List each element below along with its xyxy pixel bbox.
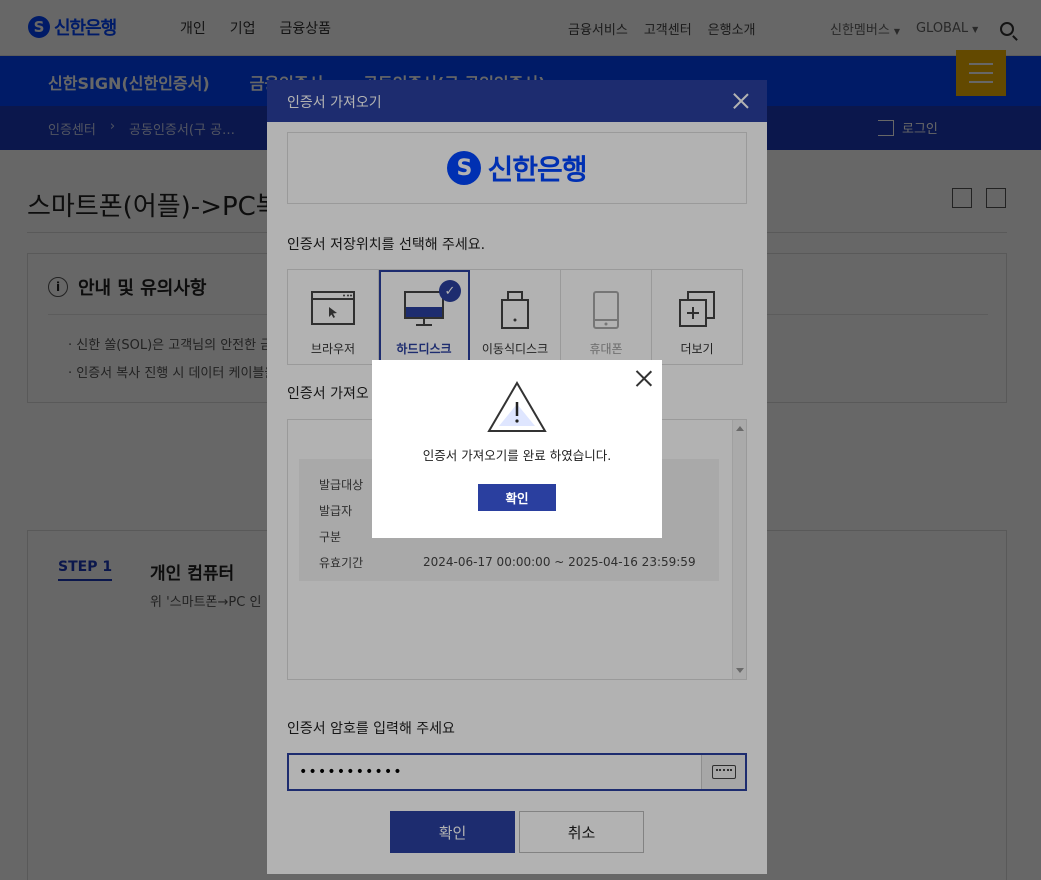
warning-icon <box>487 381 547 432</box>
alert-confirm-button[interactable]: 확인 <box>478 484 556 511</box>
completion-alert: 인증서 가져오기를 완료 하였습니다. 확인 <box>372 360 662 538</box>
alert-message: 인증서 가져오기를 완료 하였습니다. <box>422 448 612 463</box>
close-icon[interactable] <box>636 370 652 386</box>
